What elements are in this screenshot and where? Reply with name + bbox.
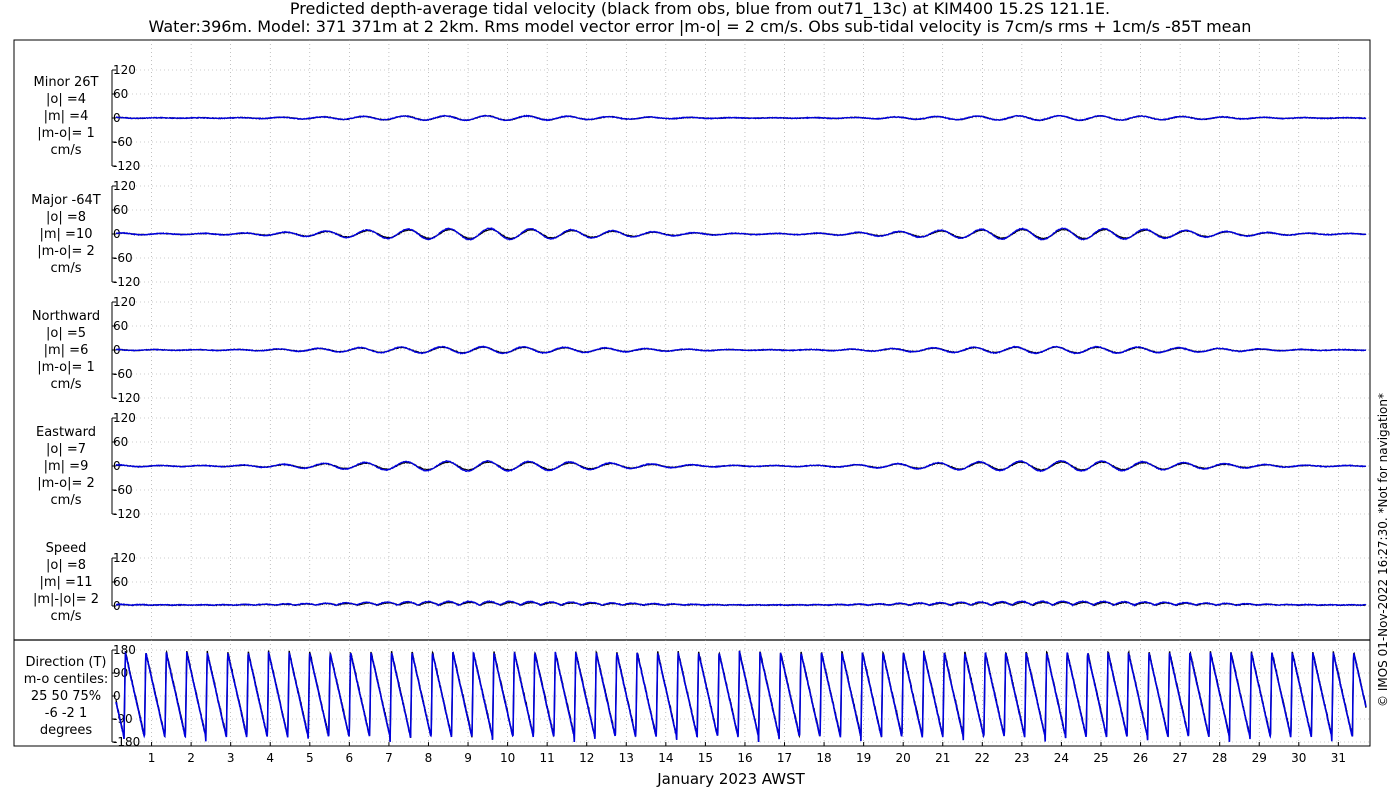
x-tick-label: 6 xyxy=(346,751,354,765)
x-tick-label: 8 xyxy=(425,751,433,765)
direction-model-series-line xyxy=(115,650,1367,743)
major-y-tick-label: -60 xyxy=(113,251,133,265)
x-tick-label: 4 xyxy=(266,751,274,765)
major-y-tick-label: -120 xyxy=(113,275,140,289)
x-tick-label: 19 xyxy=(856,751,871,765)
x-tick-label: 23 xyxy=(1014,751,1029,765)
northward-label-line: cm/s xyxy=(51,377,82,392)
eastward-y-tick-label: -60 xyxy=(113,483,133,497)
eastward-y-tick-label: 60 xyxy=(113,435,128,449)
northward-y-tick-label: 60 xyxy=(113,319,128,333)
speed-y-tick-label: 120 xyxy=(113,551,136,565)
minor-label-line: |m| =4 xyxy=(44,109,89,124)
eastward-y-tick-label: -120 xyxy=(113,507,140,521)
speed-label-line: cm/s xyxy=(51,609,82,624)
eastward-label-line: |m-o|= 2 xyxy=(37,476,95,491)
x-tick-label: 21 xyxy=(935,751,950,765)
copyright-notice: © IMOS 01-Nov-2022 16:27:30. *Not for na… xyxy=(1376,393,1390,707)
direction-label-line: 25 50 75% xyxy=(31,689,101,704)
x-tick-label: 1 xyxy=(148,751,156,765)
eastward-y-tick-label: 120 xyxy=(113,411,136,425)
direction-label-line: Direction (T) xyxy=(26,655,107,670)
northward-label-line: |m| =6 xyxy=(44,343,89,358)
tidal-velocity-chart: 1 2 3 4 5 6 7 8 9 10 11 12 13 14 15 16 17 18 19 20 21 22 23 24 2… xyxy=(13,39,1390,788)
direction-y-tick-label: -180 xyxy=(113,735,140,749)
eastward-label-line: Eastward xyxy=(36,425,96,440)
speed-label-line: |m| =11 xyxy=(40,575,93,590)
x-tick-label: 9 xyxy=(464,751,472,765)
speed-label-line: |m|-|o|= 2 xyxy=(33,592,99,607)
x-tick-label: 17 xyxy=(777,751,792,765)
x-tick-label: 15 xyxy=(698,751,713,765)
northward-label-line: |m-o|= 1 xyxy=(37,360,95,375)
major-label-line: |o| =8 xyxy=(46,210,86,225)
direction-y-tick-label: 90 xyxy=(113,666,128,680)
minor-y-tick-label: 120 xyxy=(113,63,136,77)
x-tick-label: 11 xyxy=(540,751,555,765)
major-label-line: |m-o|= 2 xyxy=(37,244,95,259)
x-tick-label: 27 xyxy=(1172,751,1187,765)
direction-y-tick-label: 180 xyxy=(113,643,136,657)
x-tick-label: 3 xyxy=(227,751,235,765)
minor-label-line: |m-o|= 1 xyxy=(37,126,95,141)
x-tick-label: 25 xyxy=(1093,751,1108,765)
x-tick-label: 14 xyxy=(658,751,673,765)
x-tick-label: 12 xyxy=(579,751,594,765)
minor-y-tick-label: -120 xyxy=(113,159,140,173)
x-tick-label: 2 xyxy=(187,751,195,765)
direction-label-line: -6 -2 1 xyxy=(45,706,87,721)
x-tick-label: 24 xyxy=(1054,751,1069,765)
x-tick-label: 10 xyxy=(500,751,515,765)
minor-y-tick-label: 60 xyxy=(113,87,128,101)
direction-label-line: degrees xyxy=(40,723,93,738)
x-tick-label: 31 xyxy=(1331,751,1346,765)
x-tick-label: 5 xyxy=(306,751,314,765)
x-tick-label: 18 xyxy=(816,751,831,765)
minor-label-line: Minor 26T xyxy=(34,75,99,90)
speed-label-line: Speed xyxy=(46,541,87,556)
eastward-label-line: |m| =9 xyxy=(44,459,89,474)
northward-model-series-line xyxy=(115,345,1367,355)
x-tick-label: 13 xyxy=(619,751,634,765)
northward-y-tick-label: -120 xyxy=(113,391,140,405)
minor-label-line: cm/s xyxy=(51,143,82,158)
northward-label-line: Northward xyxy=(32,309,100,324)
northward-y-tick-label: -60 xyxy=(113,367,133,381)
minor-y-tick-label: -60 xyxy=(113,135,133,149)
speed-y-tick-label: 0 xyxy=(113,599,121,613)
x-axis-label: January 2023 AWST xyxy=(656,770,805,788)
eastward-label-line: cm/s xyxy=(51,493,82,508)
x-tick-label: 22 xyxy=(975,751,990,765)
x-tick-label: 20 xyxy=(896,751,911,765)
x-tick-label: 26 xyxy=(1133,751,1148,765)
eastward-model-series-line xyxy=(115,460,1367,473)
major-y-tick-label: 60 xyxy=(113,203,128,217)
major-model-series-line xyxy=(115,227,1367,241)
x-tick-label: 30 xyxy=(1291,751,1306,765)
x-tick-label: 28 xyxy=(1212,751,1227,765)
major-y-tick-label: 120 xyxy=(113,179,136,193)
major-label-line: cm/s xyxy=(51,261,82,276)
major-label-line: Major -64T xyxy=(31,193,100,208)
minor-label-line: |o| =4 xyxy=(46,92,86,107)
speed-y-tick-label: 60 xyxy=(113,575,128,589)
northward-y-tick-label: 120 xyxy=(113,295,136,309)
direction-y-tick-label: -90 xyxy=(113,712,133,726)
x-tick-label: 16 xyxy=(737,751,752,765)
direction-label-line: m-o centiles: xyxy=(24,672,109,687)
eastward-label-line: |o| =7 xyxy=(46,442,86,457)
speed-label-line: |o| =8 xyxy=(46,558,86,573)
major-label-line: |m| =10 xyxy=(40,227,93,242)
x-tick-label: 29 xyxy=(1252,751,1267,765)
northward-label-line: |o| =5 xyxy=(46,326,86,341)
x-tick-label: 7 xyxy=(385,751,393,765)
